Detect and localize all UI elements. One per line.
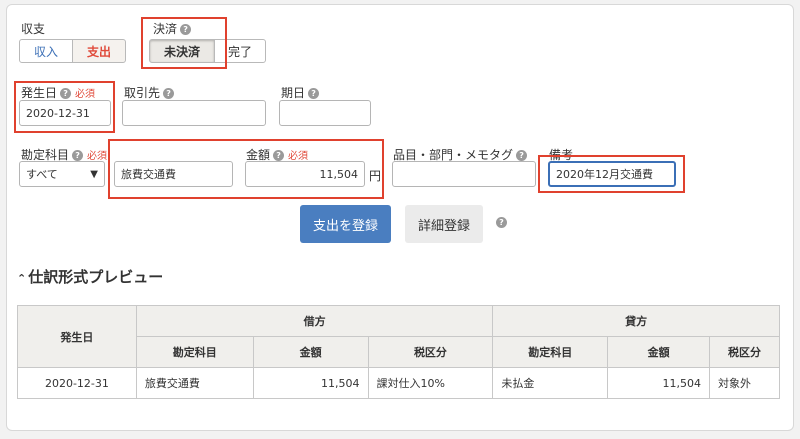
settlement-label: 決済?	[153, 20, 192, 37]
header-debit: 借方	[135, 305, 494, 337]
account-category-select[interactable]: すべて ▼	[19, 161, 105, 187]
header-debit-account: 勘定科目	[135, 336, 254, 368]
cell-date: 2020-12-31	[17, 367, 137, 399]
help-icon[interactable]: ?	[60, 88, 72, 99]
completed-toggle[interactable]: 完了	[214, 39, 266, 63]
account-input[interactable]: 旅費交通費	[114, 161, 233, 187]
chevron-up-icon: ⌃	[17, 272, 27, 285]
remarks-input[interactable]: 2020年12月交通費	[548, 161, 676, 187]
header-debit-tax: 税区分	[367, 336, 494, 368]
detail-register-button[interactable]: 詳細登録	[405, 205, 483, 243]
header-credit: 貸方	[492, 305, 780, 337]
help-icon[interactable]: ?	[273, 150, 285, 161]
chevron-down-icon: ▼	[90, 168, 98, 180]
amount-input[interactable]: 11,504	[245, 161, 365, 187]
header-debit-amount: 金額	[252, 336, 369, 368]
issue-date-input[interactable]: 2020-12-31	[19, 100, 111, 126]
cell-debit-amount: 11,504	[252, 367, 369, 399]
table-header-row: 発生日 借方 貸方	[17, 305, 780, 368]
type-label: 収支	[21, 22, 46, 36]
partner-label: 取引先?	[124, 84, 175, 101]
help-icon[interactable]: ?	[496, 217, 507, 228]
expense-toggle[interactable]: 支出	[72, 39, 126, 63]
due-date-label: 期日?	[281, 84, 320, 101]
tags-input[interactable]	[392, 161, 536, 187]
cell-debit-tax: 課対仕入10%	[367, 367, 494, 399]
help-icon[interactable]: ?	[180, 24, 192, 35]
cell-credit-amount: 11,504	[607, 367, 711, 399]
partner-input[interactable]	[122, 100, 266, 126]
unsettled-toggle[interactable]: 未決済	[149, 39, 215, 63]
cell-debit-account: 旅費交通費	[135, 367, 254, 399]
header-credit-tax: 税区分	[709, 336, 780, 368]
currency-unit: 円	[369, 169, 382, 183]
help-icon[interactable]: ?	[308, 88, 320, 99]
income-toggle[interactable]: 収入	[19, 39, 73, 63]
preview-title: 仕訳形式プレビュー	[28, 268, 164, 286]
help-icon[interactable]: ?	[516, 150, 528, 161]
due-date-input[interactable]	[279, 100, 371, 126]
help-icon[interactable]: ?	[72, 150, 84, 161]
cell-credit-tax: 対象外	[709, 367, 780, 399]
header-issue-date: 発生日	[17, 305, 137, 368]
journal-preview-table: 発生日 借方 貸方 勘定科目 金額 税区分 勘定科目 金額 税区分 2020-1…	[17, 305, 780, 399]
help-icon[interactable]: ?	[163, 88, 175, 99]
issue-date-label: 発生日? 必須	[21, 86, 96, 100]
header-credit-amount: 金額	[607, 336, 711, 368]
cell-credit-account: 未払金	[492, 367, 609, 399]
account-category-value: すべて	[26, 168, 58, 181]
preview-toggle[interactable]: ⌃ 仕訳形式プレビュー	[17, 266, 163, 287]
table-row: 2020-12-31 旅費交通費 11,504 課対仕入10% 未払金 11,5…	[17, 367, 780, 399]
header-credit-account: 勘定科目	[492, 336, 609, 368]
register-expense-button[interactable]: 支出を登録	[300, 205, 391, 243]
